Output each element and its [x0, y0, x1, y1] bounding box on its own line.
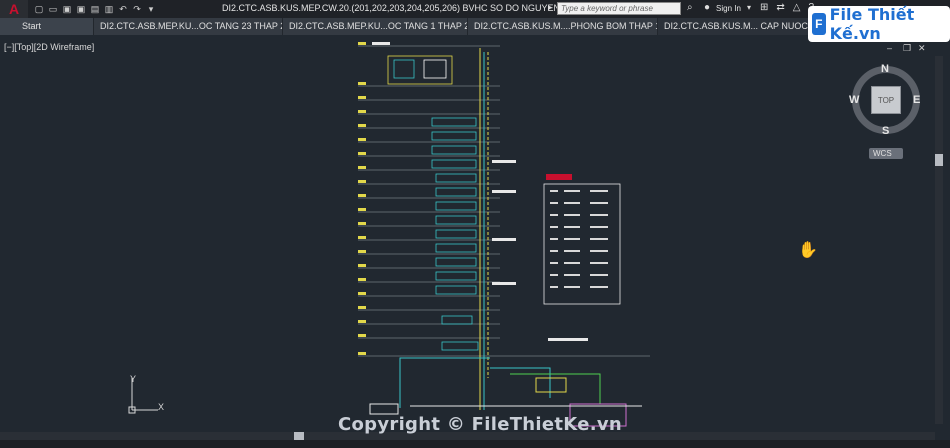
tab-start[interactable]: Start: [0, 18, 94, 35]
viewcube-top-face[interactable]: TOP: [871, 86, 901, 114]
quick-access-toolbar: ▢ ▭ ▣ ▣ ▤ ▥ ↶ ↷ ▾: [28, 0, 156, 18]
app-menu-button[interactable]: A: [0, 0, 28, 18]
compass-east[interactable]: E: [913, 94, 920, 106]
title-expand-icon[interactable]: ▸: [548, 2, 553, 13]
open-icon[interactable]: ▭: [48, 4, 58, 14]
redo-icon[interactable]: ↷: [132, 4, 142, 14]
save-as-icon[interactable]: ▣: [76, 4, 86, 14]
tab-drawing-2[interactable]: DI2.CTC.ASB.MEP.KU...OC TANG 1 THAP 2*✕: [283, 18, 468, 35]
status-bar: [0, 440, 950, 448]
minimize-viewport-icon[interactable]: –: [887, 43, 892, 53]
print-icon[interactable]: ▤: [90, 4, 100, 14]
user-icon[interactable]: ●: [704, 2, 710, 13]
compass-west[interactable]: W: [849, 94, 859, 106]
viewport-controls[interactable]: [−][Top][2D Wireframe]: [4, 42, 94, 52]
pan-hand-icon: ✋: [798, 242, 818, 259]
exchange-icon[interactable]: ⇄: [776, 2, 784, 13]
tab-drawing-1[interactable]: DI2.CTC.ASB.MEP.KU...OC TANG 23 THAP 2*✕: [94, 18, 283, 35]
horizontal-scroll-thumb[interactable]: [294, 432, 304, 440]
title-right-icons: ⊞ ⇄ △ ?: [760, 2, 814, 13]
save-icon[interactable]: ▣: [62, 4, 72, 14]
vertical-scroll-thumb[interactable]: [935, 154, 943, 166]
fixture-groups: [431, 117, 479, 351]
legend-rows: [550, 190, 608, 288]
floor-tags: [358, 42, 366, 355]
ucs-y-label: Y: [130, 374, 137, 384]
app-logo-glyph: A: [8, 1, 20, 17]
compass-north[interactable]: N: [881, 63, 889, 75]
search-input[interactable]: [557, 2, 681, 15]
tab-label: DI2.CTC.ASB.KUS.M....PHONG BOM THAP 1*: [474, 21, 658, 31]
plot-icon[interactable]: ▥: [104, 4, 114, 14]
watermark-logo-text: File Thiết Kế.vn: [829, 5, 915, 43]
tab-label: Start: [22, 21, 42, 31]
copyright-watermark: Copyright © FileThietKe.vn: [338, 414, 623, 435]
roof-tank: [387, 55, 453, 85]
triangle-icon[interactable]: △: [793, 2, 801, 13]
sign-in-button[interactable]: Sign In: [716, 4, 741, 13]
cart-icon[interactable]: ⊞: [760, 2, 768, 13]
watermark-logo: F File Thiết Kế.vn: [808, 5, 950, 43]
window-title: DI2.CTC.ASB.KUS.MEP.CW.20.(201,202,203,2…: [222, 3, 598, 13]
compass-south[interactable]: S: [882, 125, 889, 137]
tab-drawing-3[interactable]: DI2.CTC.ASB.KUS.M....PHONG BOM THAP 1*✕: [468, 18, 658, 35]
floor-lines: [358, 45, 650, 357]
restore-viewport-icon[interactable]: ❐: [903, 43, 911, 54]
close-viewport-icon[interactable]: ✕: [918, 43, 926, 54]
vertical-scrollbar[interactable]: [935, 56, 943, 424]
undo-icon[interactable]: ↶: [118, 4, 128, 14]
binoculars-icon[interactable]: ⌕: [687, 2, 693, 13]
file-icon: F: [812, 13, 826, 35]
tab-label: DI2.CTC.ASB.MEP.KU...OC TANG 23 THAP 2*: [100, 21, 283, 31]
ucs-x-label: X: [158, 402, 165, 412]
cad-drawing[interactable]: [350, 38, 660, 432]
wcs-menu-button[interactable]: WCS: [869, 148, 903, 159]
tab-label: DI2.CTC.ASB.MEP.KU...OC TANG 1 THAP 2*: [289, 21, 468, 31]
sign-in-dropdown-icon[interactable]: ▾: [747, 3, 751, 12]
dropdown-icon[interactable]: ▾: [146, 4, 156, 14]
new-icon[interactable]: ▢: [34, 4, 44, 14]
